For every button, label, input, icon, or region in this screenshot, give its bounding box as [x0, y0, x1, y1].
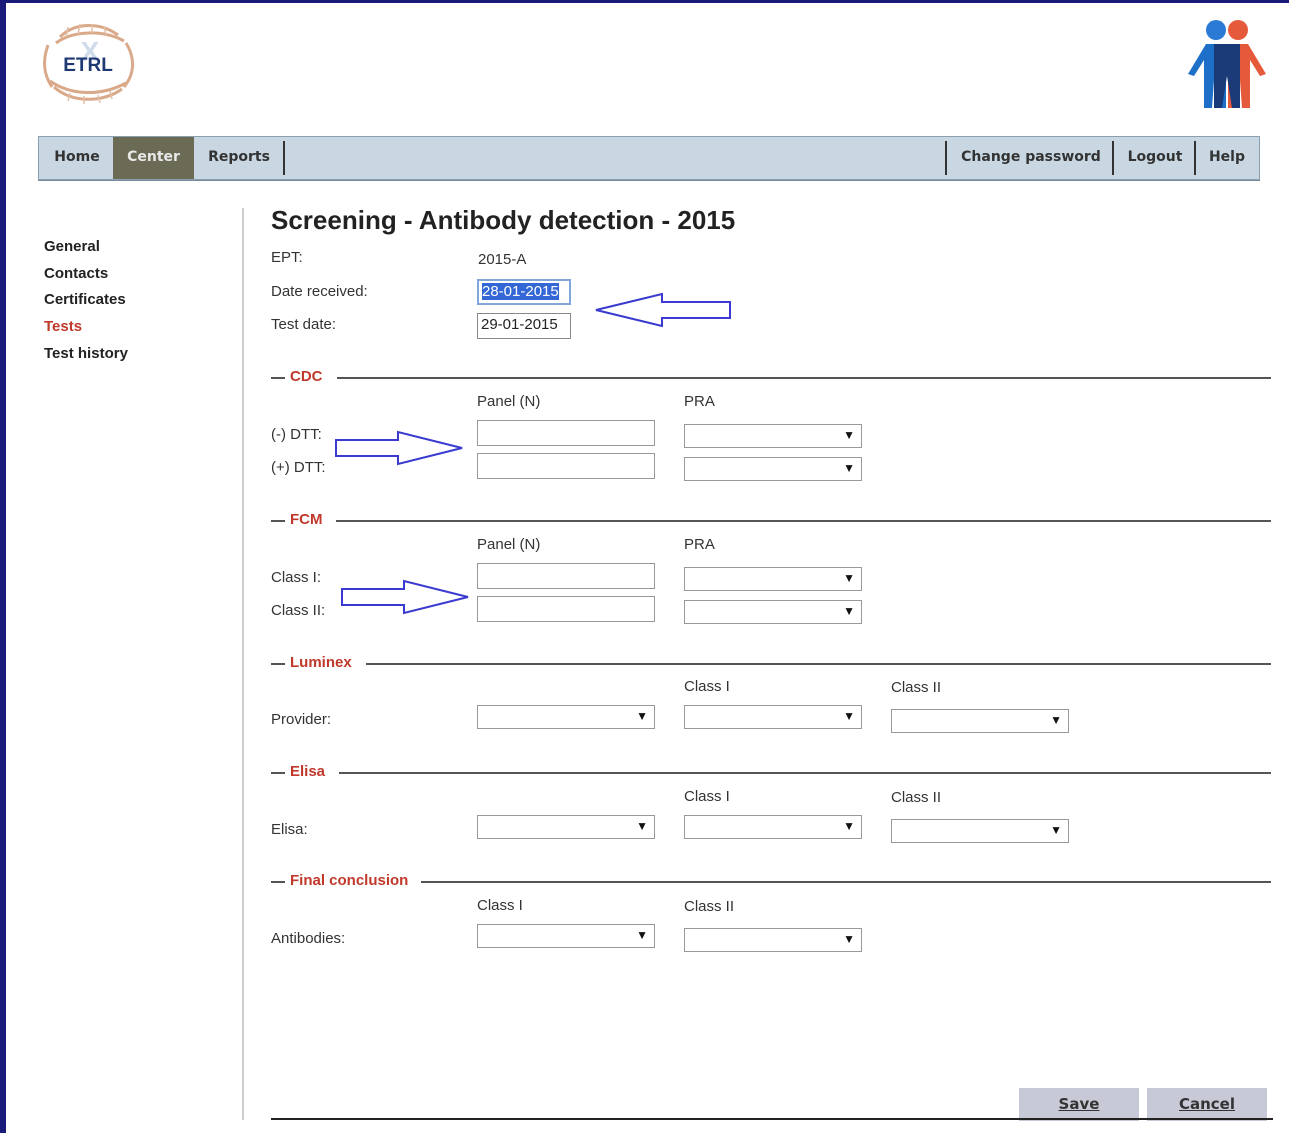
fcm-class2-pra-select[interactable]: ▼: [684, 600, 862, 624]
chevron-down-icon: ▼: [843, 428, 855, 442]
nav-help[interactable]: Help: [1198, 137, 1256, 179]
people-logo: [1188, 20, 1266, 108]
nav-separator: [1112, 141, 1114, 175]
final-class2-select[interactable]: ▼: [684, 928, 862, 952]
elisa-class2-select[interactable]: ▼: [891, 819, 1069, 843]
test-date-input[interactable]: 29-01-2015: [477, 313, 571, 339]
etrl-logo: X ETRL: [43, 23, 134, 104]
nav-logout[interactable]: Logout: [1116, 137, 1194, 179]
test-date-label: Test date:: [271, 316, 337, 333]
cdc-col-panel: Panel (N): [477, 393, 541, 410]
section-final-title: Final conclusion: [290, 872, 409, 889]
section-fcm-title: FCM: [290, 511, 323, 528]
section-final-conclusion: Final conclusion: [271, 872, 1271, 892]
section-cdc-title: CDC: [290, 368, 323, 385]
final-class1-select[interactable]: ▼: [477, 924, 655, 948]
cdc-row2-label: (+) DTT:: [271, 459, 326, 476]
page: X ETRL Home Center Reports Change passwo…: [6, 3, 1289, 1133]
sidebar: General Contacts Certificates Tests Test…: [44, 234, 128, 367]
cdc-dtt-pos-pra-select[interactable]: ▼: [684, 457, 862, 481]
luminex-col-class1: Class I: [684, 678, 730, 695]
sidebar-item-contacts[interactable]: Contacts: [44, 261, 128, 288]
fcm-class2-panel-input[interactable]: [477, 596, 655, 622]
chevron-down-icon: ▼: [843, 932, 855, 946]
chevron-down-icon: ▼: [636, 709, 648, 723]
chevron-down-icon: ▼: [1050, 823, 1062, 837]
nav-separator: [283, 141, 285, 175]
nav-home[interactable]: Home: [41, 137, 113, 179]
cancel-button-label: Cancel: [1178, 1095, 1235, 1113]
nav-separator: [945, 141, 947, 175]
page-title: Screening - Antibody detection - 2015: [271, 205, 736, 235]
fcm-row1-label: Class I:: [271, 569, 322, 586]
elisa-col-class2: Class II: [891, 789, 942, 806]
final-col-class2: Class II: [684, 898, 735, 915]
luminex-class1-select[interactable]: ▼: [684, 705, 862, 729]
luminex-col-class2: Class II: [891, 679, 942, 696]
sidebar-item-general[interactable]: General: [44, 234, 128, 261]
fcm-class1-panel-input[interactable]: [477, 563, 655, 589]
final-row-label: Antibodies:: [271, 930, 346, 947]
section-cdc: CDC: [271, 368, 1271, 388]
date-received-input[interactable]: 28-01-2015: [477, 279, 571, 305]
section-fcm: FCM: [271, 511, 1271, 531]
ept-label: EPT:: [271, 249, 303, 266]
etrl-logo-text: ETRL: [63, 55, 113, 76]
chevron-down-icon: ▼: [843, 571, 855, 585]
luminex-provider-select[interactable]: ▼: [477, 705, 655, 729]
nav-change-password[interactable]: Change password: [949, 137, 1113, 179]
save-button[interactable]: Save: [1019, 1088, 1139, 1121]
nav-reports[interactable]: Reports: [197, 137, 281, 179]
date-received-label: Date received:: [271, 283, 368, 300]
chevron-down-icon: ▼: [843, 604, 855, 618]
annotation-arrow-right-icon: [335, 430, 463, 466]
chevron-down-icon: ▼: [843, 819, 855, 833]
nav-center[interactable]: Center: [113, 137, 194, 179]
section-elisa: Elisa: [271, 763, 1271, 783]
cdc-col-pra: PRA: [684, 393, 715, 410]
sidebar-divider: [242, 208, 244, 1120]
chevron-down-icon: ▼: [636, 928, 648, 942]
chevron-down-icon: ▼: [1050, 713, 1062, 727]
fcm-col-pra: PRA: [684, 536, 715, 553]
date-received-value: 28-01-2015: [482, 283, 559, 300]
cdc-row1-label: (-) DTT:: [271, 426, 322, 443]
ept-value: 2015-A: [478, 251, 527, 268]
cancel-button[interactable]: Cancel: [1147, 1088, 1267, 1121]
fcm-col-panel: Panel (N): [477, 536, 541, 553]
luminex-row-label: Provider:: [271, 711, 332, 728]
elisa-class1-select[interactable]: ▼: [684, 815, 862, 839]
cdc-dtt-neg-panel-input[interactable]: [477, 420, 655, 446]
section-luminex: Luminex: [271, 654, 1271, 674]
fcm-row2-label: Class II:: [271, 602, 326, 619]
final-col-class1: Class I: [477, 897, 523, 914]
chevron-down-icon: ▼: [843, 709, 855, 723]
elisa-select[interactable]: ▼: [477, 815, 655, 839]
fcm-class1-pra-select[interactable]: ▼: [684, 567, 862, 591]
section-elisa-title: Elisa: [290, 763, 326, 780]
sidebar-item-test-history[interactable]: Test history: [44, 341, 128, 368]
cdc-dtt-neg-pra-select[interactable]: ▼: [684, 424, 862, 448]
elisa-row-label: Elisa:: [271, 821, 308, 838]
luminex-class2-select[interactable]: ▼: [891, 709, 1069, 733]
chevron-down-icon: ▼: [636, 819, 648, 833]
chevron-down-icon: ▼: [843, 461, 855, 475]
nav-separator: [1194, 141, 1196, 175]
annotation-arrow-right-icon: [341, 579, 469, 615]
cdc-dtt-pos-panel-input[interactable]: [477, 453, 655, 479]
form-bottom-divider: [271, 1118, 1273, 1120]
main-navbar: Home Center Reports Change password Logo…: [38, 136, 1260, 180]
section-luminex-title: Luminex: [290, 654, 352, 671]
sidebar-item-certificates[interactable]: Certificates: [44, 287, 128, 314]
sidebar-item-tests[interactable]: Tests: [44, 314, 128, 341]
annotation-arrow-left-icon: [595, 292, 731, 328]
elisa-col-class1: Class I: [684, 788, 730, 805]
save-button-label: Save: [1058, 1095, 1100, 1113]
